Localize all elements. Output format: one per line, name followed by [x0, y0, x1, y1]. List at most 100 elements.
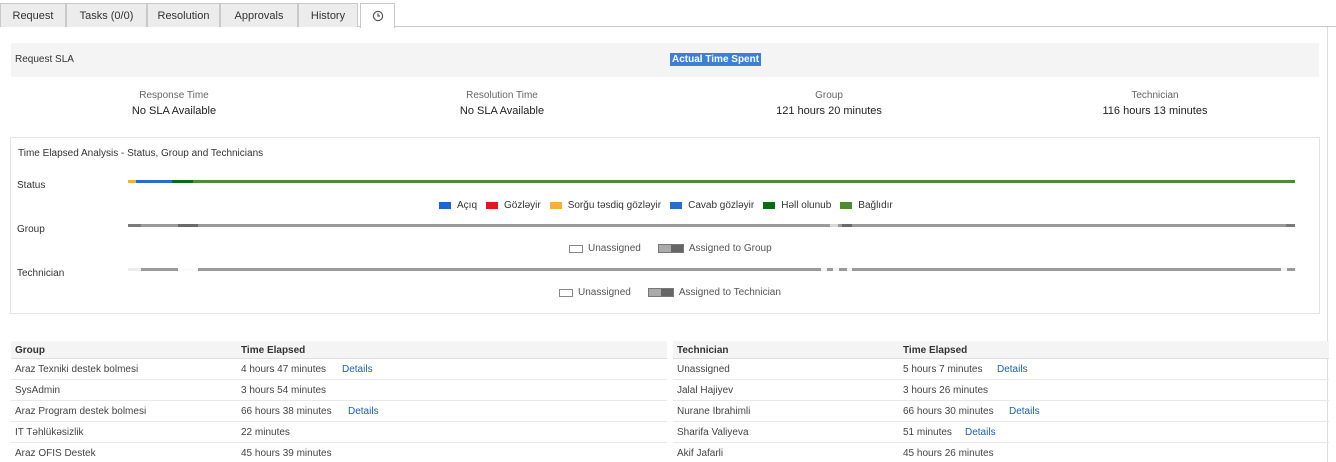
sla-col-value: No SLA Available	[131, 105, 217, 117]
details-link[interactable]: Details	[965, 427, 996, 438]
table-row: Jalal Hajiyev 3 hours 26 minutes	[673, 380, 1329, 401]
legend-swatch	[486, 202, 499, 209]
table-row: SysAdmin 3 hours 54 minutes	[11, 380, 667, 401]
cell-time: 4 hours 47 minutes	[241, 364, 327, 375]
legend-swatch	[439, 202, 451, 209]
details-link[interactable]: Details	[997, 364, 1028, 375]
group-time-table: Group Time Elapsed Araz Texniki destek b…	[11, 341, 667, 462]
cell-time: 45 hours 39 minutes	[241, 448, 332, 459]
table-row: Sharifa Valiyeva 51 minutes Details	[673, 422, 1329, 443]
details-link[interactable]: Details	[348, 406, 379, 417]
legend-swatch	[657, 244, 684, 253]
clock-icon	[372, 10, 383, 22]
cell-group: Araz OFIS Destek	[15, 448, 96, 459]
table-row: IT Təhlükəsizlik 22 minutes	[11, 422, 667, 443]
technician-row-label: Technician	[17, 268, 65, 279]
legend-item: Açıq	[439, 200, 477, 211]
tab-history[interactable]: History	[298, 3, 358, 27]
legend-swatch	[549, 202, 562, 209]
legend-swatch	[763, 202, 776, 209]
legend-item-assigned: Assigned to Group	[657, 243, 772, 254]
col-header-technician: Technician	[677, 345, 729, 356]
tab-request[interactable]: Request	[0, 3, 66, 27]
sla-technician-time: Technician 116 hours 13 minutes	[1035, 90, 1275, 117]
legend-label: Açıq	[457, 200, 478, 211]
cell-technician: Unassigned	[677, 364, 730, 375]
legend-label: Sorğu təsdiq gözləyir	[567, 200, 662, 211]
group-legend: Unassigned Assigned to Group	[569, 243, 789, 254]
cell-time: 45 hours 26 minutes	[903, 448, 994, 459]
cell-time: 5 hours 7 minutes	[903, 364, 983, 375]
tab-tasks[interactable]: Tasks (0/0)	[66, 3, 147, 27]
sla-response-time: Response Time No SLA Available	[54, 90, 294, 117]
legend-item-unassigned: Unassigned	[559, 287, 631, 298]
time-elapsed-analysis: Time Elapsed Analysis - Status, Group an…	[10, 137, 1320, 314]
sla-col-value: 116 hours 13 minutes	[1102, 105, 1208, 117]
table-row: Araz Texniki destek bolmesi 4 hours 47 m…	[11, 359, 667, 380]
sla-group-time: Group 121 hours 20 minutes	[709, 90, 949, 117]
tab-approvals[interactable]: Approvals	[220, 3, 298, 27]
legend-label: Cavab gözləyir	[688, 200, 755, 211]
col-header-time-elapsed: Time Elapsed	[903, 345, 968, 356]
status-legend: Açıq Gözləyir Sorğu təsdiq gözləyir Cava…	[439, 200, 902, 211]
cell-technician: Sharifa Valiyeva	[677, 427, 749, 438]
group-timeline-bar[interactable]	[128, 224, 1295, 227]
legend-item-unassigned: Unassigned	[569, 243, 641, 254]
legend-label: Unassigned	[588, 243, 641, 254]
sla-col-label: Technician	[1131, 90, 1179, 101]
cell-group: Araz Program destek bolmesi	[15, 406, 147, 417]
cell-time: 51 minutes	[903, 427, 952, 438]
sla-header: Request SLA Actual Time Spent	[11, 43, 1319, 77]
cell-time: 3 hours 26 minutes	[903, 385, 989, 396]
table-row: Akif Jafarli 45 hours 26 minutes	[673, 443, 1329, 462]
technician-time-table: Technician Time Elapsed Unassigned 5 hou…	[673, 341, 1329, 462]
cell-group: IT Təhlükəsizlik	[15, 427, 84, 438]
legend-item: Cavab gözləyir	[670, 200, 754, 211]
actual-time-spent-label: Actual Time Spent	[670, 53, 762, 66]
legend-swatch	[569, 244, 583, 253]
tab-resolution[interactable]: Resolution	[147, 3, 220, 27]
legend-label: Gözləyir	[504, 200, 541, 211]
cell-technician: Nurane Ibrahimli	[677, 406, 751, 417]
table-row: Nurane Ibrahimli 66 hours 30 minutes Det…	[673, 401, 1329, 422]
cell-time: 22 minutes	[241, 427, 290, 438]
request-sla-title: Request SLA	[15, 54, 74, 65]
group-row-label: Group	[17, 224, 45, 235]
cell-group: Araz Texniki destek bolmesi	[15, 364, 139, 375]
cell-time: 66 hours 30 minutes	[903, 406, 994, 417]
details-link[interactable]: Details	[342, 364, 373, 375]
time-analysis-pane: Request SLA Actual Time Spent Response T…	[0, 27, 1329, 462]
legend-item: Bağlıdır	[840, 200, 893, 211]
sla-col-value: 121 hours 20 minutes	[776, 105, 882, 117]
table-row: Araz Program destek bolmesi 66 hours 38 …	[11, 401, 667, 422]
table-header: Group Time Elapsed	[11, 341, 667, 359]
cell-time: 3 hours 54 minutes	[241, 385, 327, 396]
tab-time-analysis[interactable]	[360, 3, 395, 28]
tab-bar: Request Tasks (0/0) Resolution Approvals…	[0, 0, 1336, 28]
legend-label: Assigned to Group	[688, 243, 772, 254]
sla-col-value: No SLA Available	[459, 105, 545, 117]
table-row: Araz OFIS Destek 45 hours 39 minutes	[11, 443, 667, 462]
legend-label: Unassigned	[578, 287, 631, 298]
legend-swatch	[647, 288, 674, 297]
legend-swatch	[670, 202, 683, 209]
legend-item: Sorğu təsdiq gözləyir	[549, 200, 662, 211]
table-header: Technician Time Elapsed	[673, 341, 1329, 359]
legend-label: Assigned to Technician	[678, 287, 781, 298]
cell-group: SysAdmin	[15, 385, 61, 396]
status-row-label: Status	[17, 180, 46, 191]
legend-swatch	[559, 288, 573, 297]
legend-item: Gözləyir	[486, 200, 541, 211]
details-link[interactable]: Details	[1009, 406, 1040, 417]
cell-technician: Akif Jafarli	[677, 448, 724, 459]
sla-col-label: Group	[815, 90, 843, 101]
sla-col-label: Resolution Time	[466, 90, 538, 101]
legend-label: Bağlıdır	[858, 200, 893, 211]
technician-legend: Unassigned Assigned to Technician	[559, 287, 798, 298]
table-row: Unassigned 5 hours 7 minutes Details	[673, 359, 1329, 380]
cell-technician: Jalal Hajiyev	[677, 385, 734, 396]
sla-col-label: Response Time	[139, 90, 209, 101]
legend-item: Həll olunub	[763, 200, 831, 211]
technician-timeline-bar[interactable]	[128, 268, 1295, 271]
status-timeline-bar[interactable]	[128, 180, 1295, 183]
